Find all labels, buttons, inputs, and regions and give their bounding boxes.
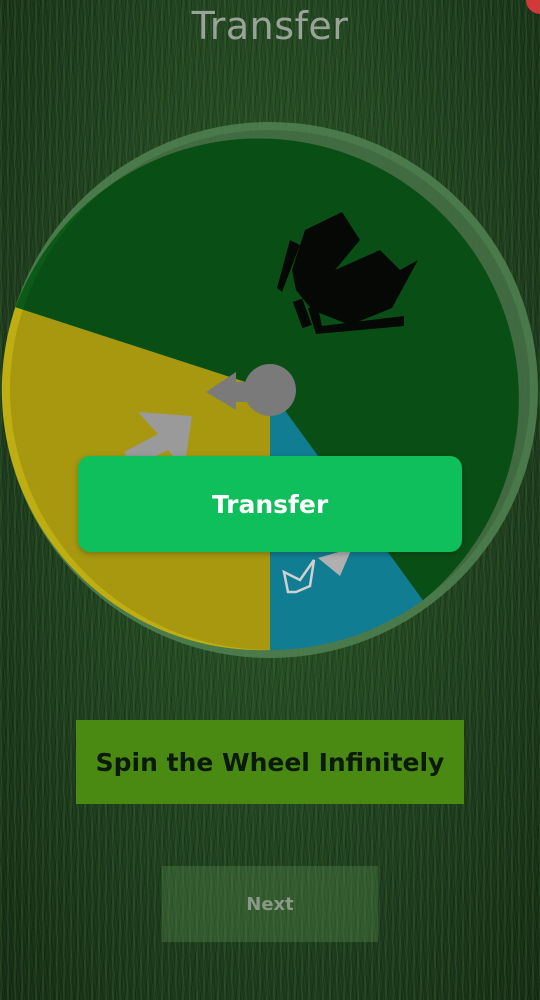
spin-infinitely-button[interactable]: Spin the Wheel Infinitely — [76, 720, 464, 804]
next-button[interactable]: Next — [162, 866, 378, 942]
page-title: Transfer — [191, 4, 349, 48]
wheel-graphic — [1, 122, 538, 658]
result-button[interactable]: Transfer — [78, 456, 462, 552]
spin-wheel[interactable] — [0, 120, 540, 660]
